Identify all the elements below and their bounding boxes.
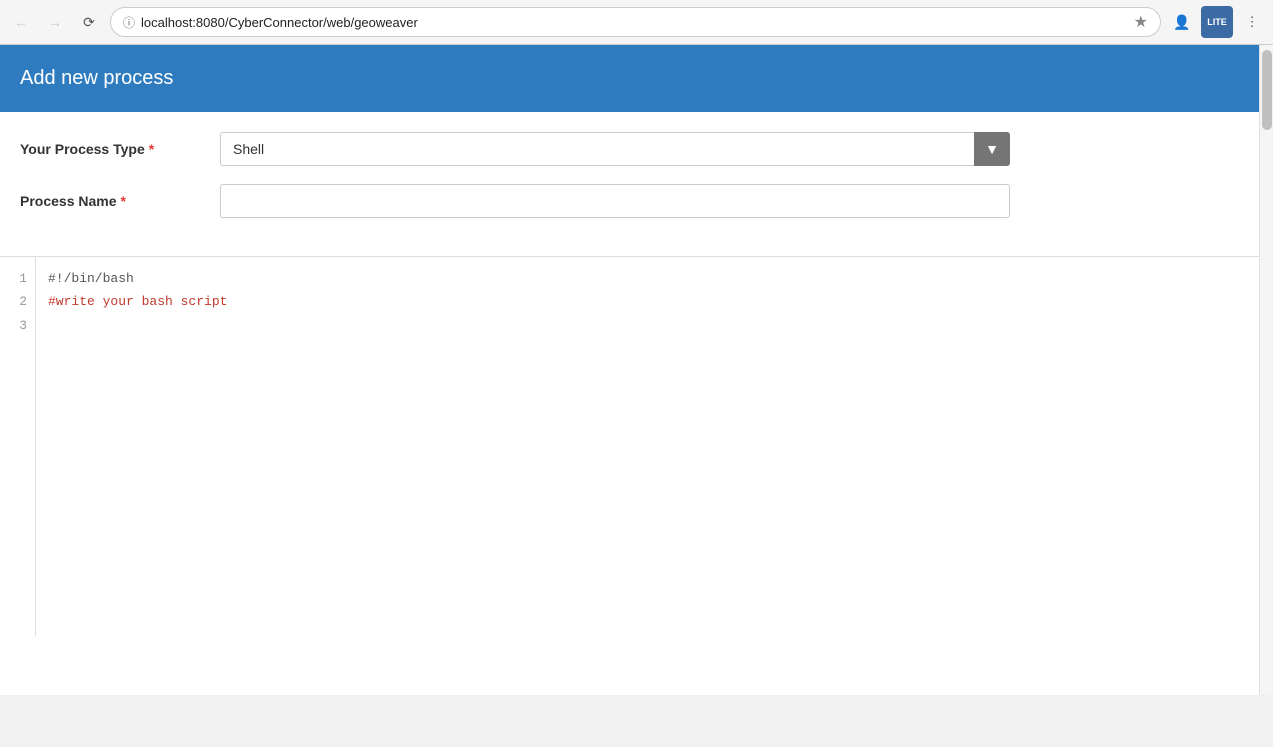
process-name-required: * bbox=[121, 193, 126, 209]
refresh-button[interactable]: ⟳ bbox=[76, 9, 102, 35]
browser-chrome: ← → ⟳ ⓘ ★ 👤 LITE ⋮ bbox=[0, 0, 1273, 45]
process-name-row: Process Name* bbox=[20, 184, 1239, 218]
bookmark-icon[interactable]: ★ bbox=[1134, 12, 1148, 32]
lock-icon: ⓘ bbox=[123, 14, 135, 31]
code-line-3 bbox=[48, 318, 56, 333]
page-wrapper: Add new process Your Process Type* Shell… bbox=[0, 45, 1273, 695]
process-type-select-wrapper: Shell Jupyter Python ▼ bbox=[220, 132, 1010, 166]
line-number-3: 3 bbox=[8, 314, 27, 337]
process-type-label: Your Process Type* bbox=[20, 141, 220, 157]
extension-label: LITE bbox=[1207, 17, 1227, 27]
process-name-input[interactable] bbox=[220, 184, 1010, 218]
browser-toolbar: ← → ⟳ ⓘ ★ 👤 LITE ⋮ bbox=[0, 0, 1273, 44]
extension-button[interactable]: LITE bbox=[1201, 6, 1233, 38]
code-editor-content[interactable]: #!/bin/bash #write your bash script bbox=[36, 257, 1259, 636]
main-content: Add new process Your Process Type* Shell… bbox=[0, 45, 1259, 695]
scrollbar-thumb[interactable] bbox=[1262, 50, 1272, 130]
line-number-1: 1 bbox=[8, 267, 27, 290]
address-bar: ⓘ ★ bbox=[110, 7, 1161, 37]
page-title: Add new process bbox=[20, 67, 1239, 90]
line-number-2: 2 bbox=[8, 290, 27, 313]
process-type-select[interactable]: Shell Jupyter Python bbox=[220, 132, 1010, 166]
url-input[interactable] bbox=[141, 15, 1128, 30]
back-button[interactable]: ← bbox=[8, 9, 34, 35]
page-header: Add new process bbox=[0, 45, 1259, 112]
profile-button[interactable]: 👤 bbox=[1169, 9, 1195, 35]
scrollbar-track[interactable] bbox=[1259, 45, 1273, 695]
menu-button[interactable]: ⋮ bbox=[1239, 9, 1265, 35]
line-numbers: 1 2 3 bbox=[0, 257, 36, 636]
process-name-label: Process Name* bbox=[20, 193, 220, 209]
browser-actions: 👤 LITE ⋮ bbox=[1169, 6, 1265, 38]
forward-button[interactable]: → bbox=[42, 9, 68, 35]
process-type-row: Your Process Type* Shell Jupyter Python … bbox=[20, 132, 1239, 166]
editor-area[interactable]: 1 2 3 #!/bin/bash #write your bash scrip… bbox=[0, 256, 1259, 636]
process-type-required: * bbox=[149, 141, 154, 157]
form-area: Your Process Type* Shell Jupyter Python … bbox=[0, 112, 1259, 256]
code-line-1: #!/bin/bash bbox=[48, 271, 134, 286]
code-line-2: #write your bash script bbox=[48, 294, 227, 309]
